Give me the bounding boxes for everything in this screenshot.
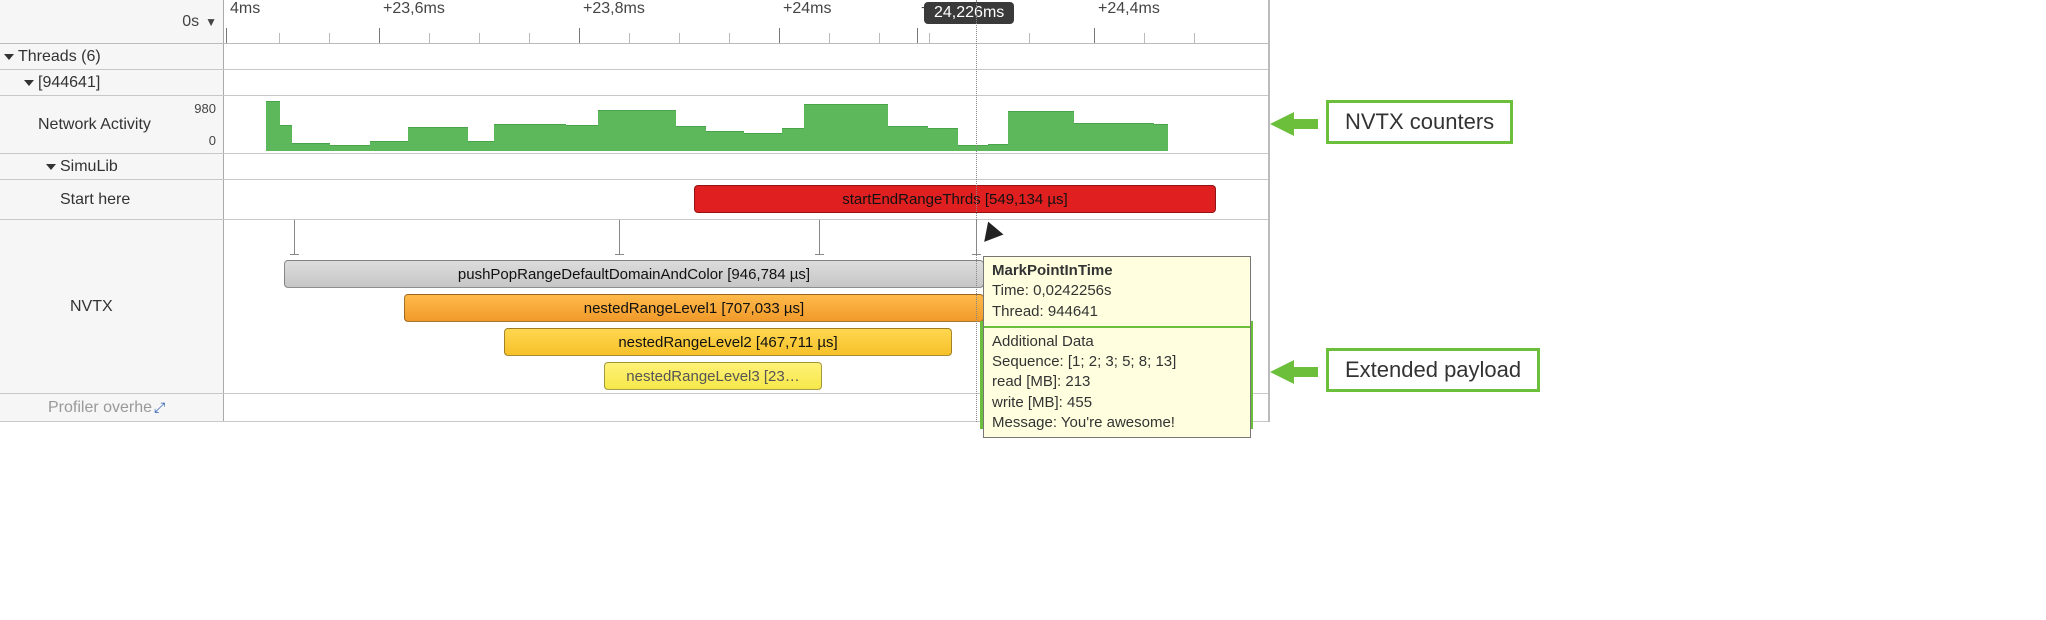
- callout-extended-payload: Extended payload: [1326, 348, 1540, 392]
- ruler-origin-label: 0s: [182, 13, 199, 31]
- callout-counters-label: NVTX counters: [1345, 109, 1494, 134]
- nvtx-label: NVTX: [70, 298, 113, 316]
- range-level1-label: nestedRangeLevel1 [707,033 µs]: [584, 300, 804, 317]
- range-pushpop-label: pushPopRangeDefaultDomainAndColor [946,7…: [458, 266, 810, 283]
- network-activity-chart[interactable]: [224, 96, 1268, 153]
- row-network-activity[interactable]: Network Activity 980 0: [0, 96, 224, 153]
- row-profiler-overhead[interactable]: Profiler overhe ⤢: [0, 394, 224, 421]
- expand-icon[interactable]: ⤢: [154, 399, 165, 416]
- profiler-panel: 0s ▼ 4ms +23,6ms +23,8ms +24ms + +24,4ms…: [0, 0, 1270, 422]
- time-cursor-badge: 24,226ms: [924, 2, 1014, 24]
- ruler-tick: +24ms: [783, 0, 831, 18]
- callout-payload-label: Extended payload: [1345, 357, 1521, 382]
- range-start-end[interactable]: startEndRangeThrds [549,134 µs]: [694, 185, 1216, 213]
- network-activity-label: Network Activity: [38, 116, 151, 134]
- ruler-tick: +24,4ms: [1098, 0, 1160, 18]
- track-start-here[interactable]: startEndRangeThrds [549,134 µs]: [224, 180, 1268, 219]
- tree-node-pid[interactable]: [944641]: [0, 70, 224, 95]
- range-pushpop[interactable]: pushPopRangeDefaultDomainAndColor [946,7…: [284, 260, 984, 288]
- tree-node-simulib[interactable]: SimuLib: [0, 154, 224, 179]
- simulib-label: SimuLib: [60, 158, 118, 176]
- threads-label: Threads (6): [18, 48, 101, 66]
- tooltip-time: Time: 0,0242256s: [992, 281, 1242, 301]
- callout-nvtx-counters: NVTX counters: [1326, 100, 1513, 144]
- profiler-overhead-label: Profiler overhe: [48, 399, 152, 417]
- row-nvtx[interactable]: NVTX: [0, 220, 224, 393]
- chevron-down-icon: [4, 54, 14, 60]
- row-start-here[interactable]: Start here: [0, 180, 224, 219]
- track-empty: [224, 70, 1268, 95]
- annotations-panel: NVTX counters Extended payload: [1270, 0, 2046, 422]
- chevron-down-icon: [24, 80, 34, 86]
- arrow-stem: [1292, 367, 1318, 377]
- track-empty: [224, 44, 1268, 69]
- chevron-down-icon[interactable]: ▼: [205, 15, 217, 29]
- arrow-left-icon: [1270, 360, 1294, 384]
- nvtx-marker[interactable]: [294, 220, 295, 254]
- arrow-left-icon: [1270, 112, 1294, 136]
- tooltip-markpoint: MarkPointInTime Time: 0,0242256s Thread:…: [983, 256, 1251, 438]
- ruler-origin-dropdown[interactable]: 0s ▼: [0, 0, 224, 43]
- tooltip-thread: Thread: 944641: [992, 302, 1242, 322]
- chevron-down-icon: [46, 164, 56, 170]
- range-start-end-label: startEndRangeThrds [549,134 µs]: [842, 191, 1067, 208]
- range-level2-label: nestedRangeLevel2 [467,711 µs]: [618, 334, 837, 351]
- ruler-tick: +23,6ms: [383, 0, 445, 18]
- timeline-ruler[interactable]: 0s ▼ 4ms +23,6ms +23,8ms +24ms + +24,4ms…: [0, 0, 1268, 44]
- nvtx-marker[interactable]: [976, 220, 977, 254]
- tooltip-sequence: Sequence: [1; 2; 3; 5; 8; 13]: [992, 352, 1242, 372]
- pid-label: [944641]: [38, 74, 100, 92]
- tooltip-read: read [MB]: 213: [992, 372, 1242, 392]
- nvtx-marker[interactable]: [619, 220, 620, 254]
- tooltip-message: Message: You're awesome!: [992, 413, 1242, 433]
- range-level1[interactable]: nestedRangeLevel1 [707,033 µs]: [404, 294, 984, 322]
- arrow-stem: [1292, 119, 1318, 129]
- tree-node-threads[interactable]: Threads (6): [0, 44, 224, 69]
- net-ymax: 980: [194, 101, 216, 116]
- tooltip-title: MarkPointInTime: [992, 262, 1113, 279]
- range-level3[interactable]: nestedRangeLevel3 [23…: [604, 362, 822, 390]
- start-here-label: Start here: [60, 191, 130, 209]
- net-ymin: 0: [194, 133, 216, 148]
- range-level3-label: nestedRangeLevel3 [23…: [626, 368, 799, 385]
- ruler-tick: +23,8ms: [583, 0, 645, 18]
- tooltip-additional-header: Additional Data: [992, 332, 1242, 352]
- ruler-track[interactable]: 4ms +23,6ms +23,8ms +24ms + +24,4ms 24,2…: [224, 0, 1268, 43]
- tooltip-write: write [MB]: 455: [992, 393, 1242, 413]
- range-level2[interactable]: nestedRangeLevel2 [467,711 µs]: [504, 328, 952, 356]
- track-empty: [224, 154, 1268, 179]
- nvtx-marker[interactable]: [819, 220, 820, 254]
- ruler-tick: 4ms: [230, 0, 260, 18]
